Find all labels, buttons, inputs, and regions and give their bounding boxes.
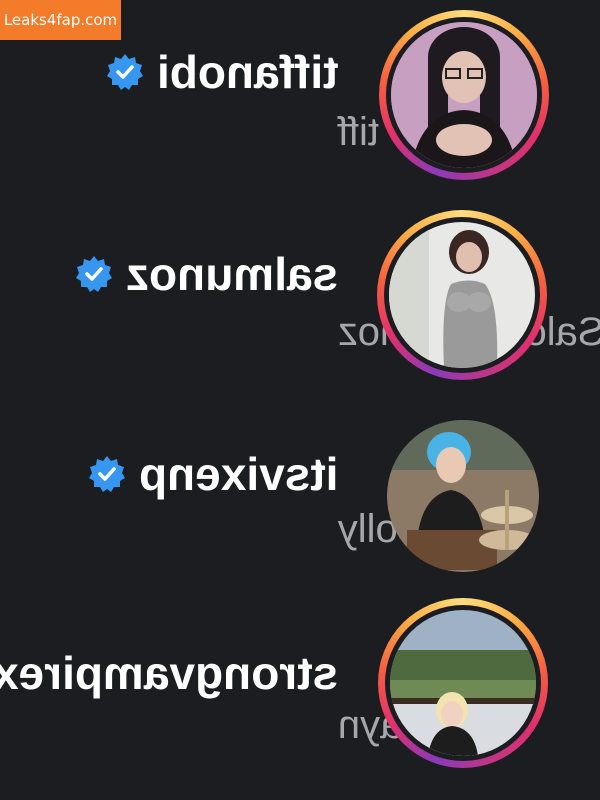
list-item[interactable]: strongvampirex gia layn (0, 598, 600, 788)
full-name: tiff (338, 110, 380, 154)
list-item[interactable]: itsvixenp Polly (0, 405, 600, 595)
avatar-photo-icon (389, 222, 535, 368)
list-item[interactable]: tiffanobi tiff (0, 10, 600, 200)
avatar[interactable] (390, 610, 536, 756)
avatar-photo-icon (390, 610, 536, 756)
username[interactable]: strongvampirex (0, 646, 338, 700)
story-ring[interactable] (378, 598, 548, 768)
verified-badge-icon (88, 456, 125, 492)
story-ring[interactable] (377, 210, 547, 380)
list-item[interactable]: salmunoz Salome Munoz (0, 205, 600, 395)
username[interactable]: salmunoz (126, 247, 338, 301)
verified-badge-icon (75, 256, 112, 292)
username[interactable]: itsvixenp (139, 447, 338, 501)
avatar-container[interactable] (385, 418, 541, 574)
avatar[interactable] (389, 222, 535, 368)
verified-badge-icon (106, 54, 143, 90)
username-line: itsvixenp (87, 447, 338, 501)
avatar-photo-icon (387, 420, 539, 572)
avatar[interactable] (391, 22, 537, 168)
avatar[interactable] (387, 420, 539, 572)
username-line: salmunoz (74, 247, 338, 301)
username-line: tiffanobi (105, 45, 338, 99)
username[interactable]: tiffanobi (157, 45, 338, 99)
avatar-photo-icon (391, 22, 537, 168)
story-ring[interactable] (379, 10, 549, 180)
username-line: strongvampirex (0, 646, 338, 700)
